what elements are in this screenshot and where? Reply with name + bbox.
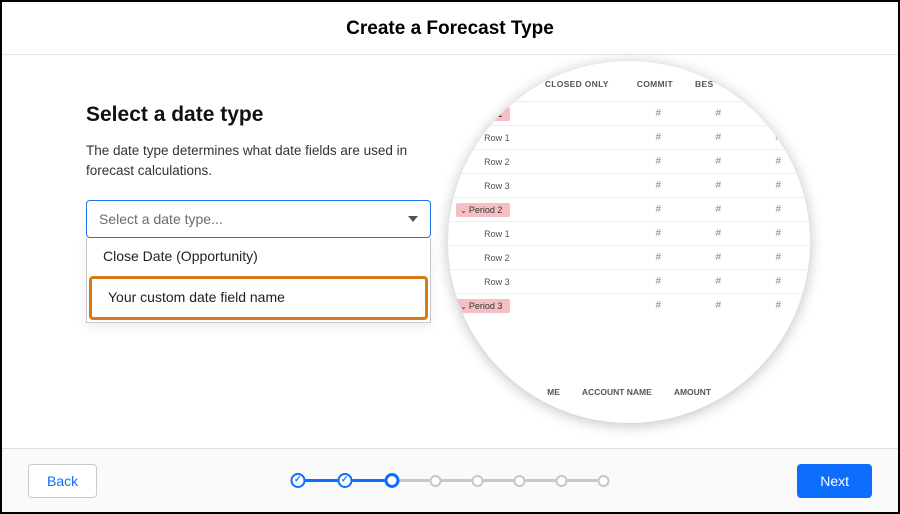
- wizard-footer: Back Next: [2, 448, 898, 512]
- row-label: Row 1: [448, 229, 540, 239]
- preview-column-headers: CLOSED ONLY COMMIT BES: [448, 79, 810, 89]
- chevron-down-icon: ⌄: [460, 110, 467, 119]
- chevron-down-icon: ⌄: [460, 302, 467, 311]
- step-dot[interactable]: [338, 473, 353, 488]
- next-button[interactable]: Next: [797, 464, 872, 498]
- cell-hash: #: [628, 228, 688, 239]
- cell-hash: #: [688, 132, 748, 143]
- period-label: ⌄Period 2: [456, 203, 510, 217]
- option-close-date[interactable]: Close Date (Opportunity): [87, 238, 430, 276]
- data-row: Row 3###: [448, 173, 810, 197]
- cell-hash: #: [628, 204, 688, 215]
- select-placeholder: Select a date type...: [99, 211, 223, 227]
- data-row: Row 3###: [448, 269, 810, 293]
- left-panel: Select a date type The date type determi…: [2, 55, 414, 435]
- cell-hash: #: [628, 276, 688, 287]
- data-row: Row 2###: [448, 245, 810, 269]
- step-dot[interactable]: [291, 473, 306, 488]
- preview-circle: CLOSED ONLY COMMIT BES ⌄Period 1###Row 1…: [448, 61, 810, 423]
- cell-hash: #: [628, 156, 688, 167]
- col-header: CLOSED ONLY: [545, 79, 609, 89]
- cell-hash: #: [748, 276, 808, 287]
- period-row: ⌄Period 3###: [448, 293, 810, 317]
- option-custom-date[interactable]: Your custom date field name: [89, 276, 428, 320]
- chevron-down-icon: ⌄: [460, 206, 467, 215]
- period-label: ⌄Period 3: [456, 299, 510, 313]
- cell-hash: #: [688, 276, 748, 287]
- period-row: ⌄Period 1###: [448, 101, 810, 125]
- preview-panel: CLOSED ONLY COMMIT BES ⌄Period 1###Row 1…: [414, 55, 898, 435]
- data-row: Row 1###: [448, 221, 810, 245]
- col-header: AMOUNT: [674, 387, 711, 397]
- step-connector: [568, 479, 598, 482]
- cell-hash: #: [748, 180, 808, 191]
- cell-hash: #: [688, 204, 748, 215]
- row-label: Row 2: [448, 157, 540, 167]
- row-label: Row 3: [448, 181, 540, 191]
- cell-hash: #: [748, 300, 808, 311]
- cell-hash: #: [748, 108, 808, 119]
- step-connector: [306, 479, 338, 482]
- cell-hash: #: [748, 132, 808, 143]
- cell-hash: #: [628, 252, 688, 263]
- step-dot[interactable]: [385, 473, 400, 488]
- col-header: ME: [547, 387, 560, 397]
- data-row: Row 2###: [448, 149, 810, 173]
- date-type-select[interactable]: Select a date type...: [86, 200, 431, 238]
- col-header: BES: [695, 79, 713, 89]
- cell-hash: #: [628, 300, 688, 311]
- col-header: COMMIT: [637, 79, 673, 89]
- step-dot[interactable]: [598, 475, 610, 487]
- cell-hash: #: [748, 252, 808, 263]
- col-header: ACCOUNT NAME: [582, 387, 652, 397]
- cell-hash: #: [748, 204, 808, 215]
- period-row: ⌄Period 2###: [448, 197, 810, 221]
- period-label: ⌄Period 1: [456, 107, 510, 121]
- preview-bottom-headers: ME ACCOUNT NAME AMOUNT: [448, 387, 810, 397]
- step-dot[interactable]: [472, 475, 484, 487]
- back-button[interactable]: Back: [28, 464, 97, 498]
- step-connector: [484, 479, 514, 482]
- cell-hash: #: [628, 180, 688, 191]
- cell-hash: #: [688, 228, 748, 239]
- cell-hash: #: [688, 252, 748, 263]
- row-label: Row 2: [448, 253, 540, 263]
- step-dot[interactable]: [514, 475, 526, 487]
- step-heading: Select a date type: [86, 103, 414, 127]
- step-connector: [400, 479, 430, 482]
- cell-hash: #: [628, 108, 688, 119]
- page-title: Create a Forecast Type: [2, 2, 898, 55]
- cell-hash: #: [748, 228, 808, 239]
- cell-hash: #: [628, 132, 688, 143]
- step-description: The date type determines what date field…: [86, 141, 414, 182]
- step-dot[interactable]: [556, 475, 568, 487]
- date-type-dropdown: Close Date (Opportunity) Your custom dat…: [86, 238, 431, 323]
- step-connector: [442, 479, 472, 482]
- cell-hash: #: [748, 156, 808, 167]
- cell-hash: #: [688, 156, 748, 167]
- data-row: Row 1###: [448, 125, 810, 149]
- cell-hash: #: [688, 108, 748, 119]
- step-connector: [526, 479, 556, 482]
- cell-hash: #: [688, 300, 748, 311]
- cell-hash: #: [688, 180, 748, 191]
- step-dot[interactable]: [430, 475, 442, 487]
- progress-stepper: [291, 473, 610, 488]
- step-connector: [353, 479, 385, 482]
- row-label: Row 3: [448, 277, 540, 287]
- row-label: Row 1: [448, 133, 540, 143]
